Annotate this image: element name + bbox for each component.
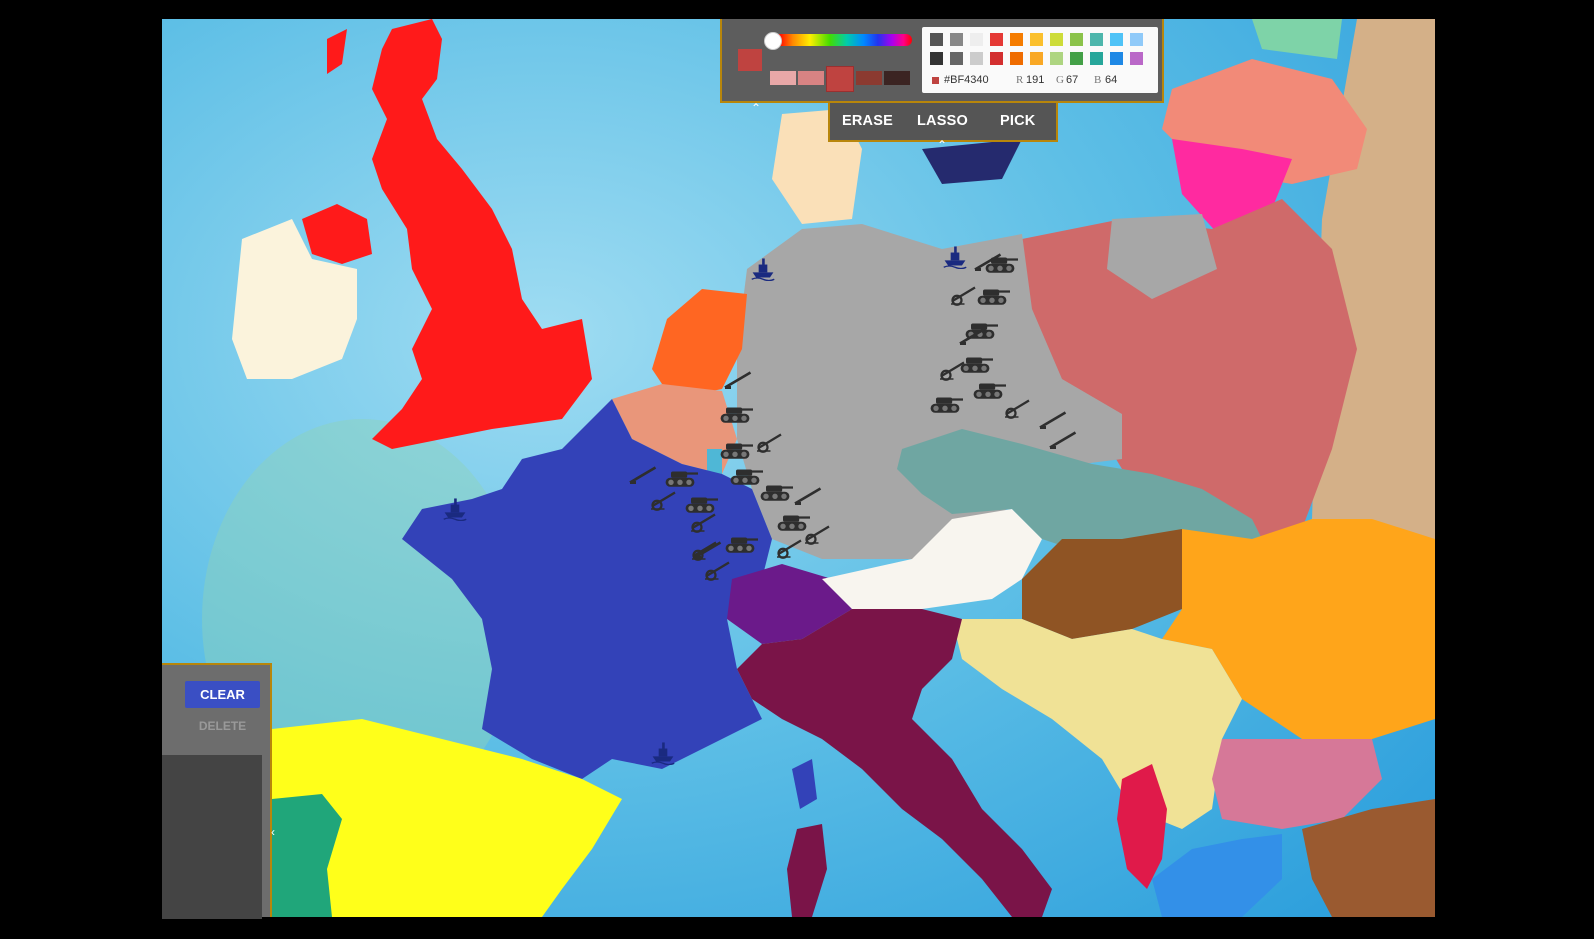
color-swatch[interactable] [950, 33, 963, 46]
g-label: G [1056, 74, 1064, 86]
color-swatch[interactable] [1010, 33, 1023, 46]
region-luxembourg[interactable] [707, 449, 722, 474]
color-swatch[interactable] [1130, 33, 1143, 46]
color-swatch[interactable] [1070, 52, 1083, 65]
hex-value[interactable]: #BF4340 [944, 74, 989, 86]
side-panel-list[interactable] [162, 755, 262, 919]
erase-button[interactable]: ERASE [842, 113, 893, 129]
side-panel: CLEAR DELETE [162, 663, 272, 919]
current-color-swatch [738, 49, 762, 71]
hex-color-dot [932, 77, 939, 84]
shade-swatch[interactable] [770, 71, 796, 85]
color-swatch[interactable] [1130, 52, 1143, 65]
color-swatch[interactable] [1030, 33, 1043, 46]
color-swatch[interactable] [1110, 52, 1123, 65]
b-label: B [1094, 74, 1102, 86]
color-swatch[interactable] [1070, 33, 1083, 46]
color-swatch[interactable] [1110, 33, 1123, 46]
palette-collapse-icon[interactable]: ⌃ [751, 101, 761, 115]
pick-button[interactable]: PICK [1000, 113, 1035, 129]
europe-map[interactable] [162, 19, 1435, 917]
color-swatch[interactable] [950, 52, 963, 65]
color-swatch-grid: #BF4340 R 191 G 67 B 64 [922, 27, 1158, 93]
shade-swatch[interactable] [856, 71, 882, 85]
r-label: R [1016, 74, 1024, 86]
color-swatch[interactable] [930, 52, 943, 65]
clear-button[interactable]: CLEAR [185, 681, 260, 708]
map-canvas[interactable] [162, 19, 1435, 917]
lasso-button[interactable]: LASSO [917, 113, 968, 129]
r-value[interactable]: 191 [1026, 74, 1044, 86]
color-swatch[interactable] [990, 33, 1003, 46]
g-value[interactable]: 67 [1066, 74, 1078, 86]
shade-swatch-selected[interactable] [826, 66, 854, 92]
color-swatch[interactable] [930, 33, 943, 46]
color-palette-panel: #BF4340 R 191 G 67 B 64 [720, 19, 1164, 103]
toolbar-collapse-icon[interactable]: ⌃ [937, 138, 947, 152]
shade-swatch[interactable] [798, 71, 824, 85]
color-swatch[interactable] [970, 33, 983, 46]
color-swatch[interactable] [1030, 52, 1043, 65]
tool-bar: ERASE LASSO PICK [828, 103, 1058, 142]
shade-swatch[interactable] [884, 71, 910, 85]
color-swatch[interactable] [1090, 33, 1103, 46]
delete-button: DELETE [198, 719, 247, 733]
hue-slider[interactable] [770, 34, 912, 46]
side-panel-collapse-icon[interactable]: ‹ [271, 825, 275, 839]
color-swatch[interactable] [970, 52, 983, 65]
color-swatch[interactable] [1050, 33, 1063, 46]
hue-slider-handle[interactable] [764, 32, 782, 50]
color-swatch[interactable] [990, 52, 1003, 65]
b-value[interactable]: 64 [1105, 74, 1117, 86]
color-swatch[interactable] [1050, 52, 1063, 65]
color-swatch[interactable] [1090, 52, 1103, 65]
color-swatch[interactable] [1010, 52, 1023, 65]
